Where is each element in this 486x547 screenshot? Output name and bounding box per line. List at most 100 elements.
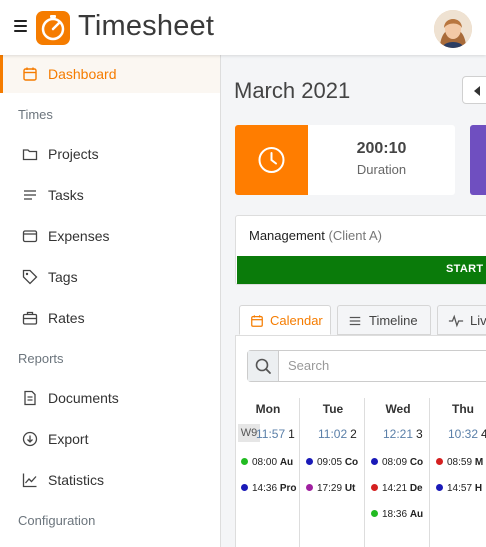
entry-text: De	[409, 483, 423, 494]
sidebar-item-label: Export	[48, 431, 89, 447]
entry-text: Ut	[344, 483, 356, 494]
sidebar-item-tasks[interactable]: Tasks	[0, 176, 220, 214]
duration-value: 200:10	[356, 140, 407, 157]
day-name: Thu	[452, 402, 474, 416]
sidebar-item-rates[interactable]: Rates	[0, 299, 220, 337]
tab-label: Timeline	[369, 313, 418, 328]
calendar-entry[interactable]: 14:21 De	[371, 483, 429, 494]
avatar[interactable]	[434, 10, 472, 48]
calendar-entry[interactable]: 08:00 Au	[241, 457, 299, 468]
document-icon	[22, 390, 38, 406]
calendar-entry[interactable]: 09:05 Co	[306, 457, 364, 468]
day-total-time: 10:32	[448, 427, 479, 441]
app-header: Timesheet	[0, 0, 486, 55]
day-name: Mon	[255, 402, 281, 416]
entry-dot	[241, 458, 248, 465]
list-icon	[22, 187, 38, 203]
page-title: March 2021	[234, 78, 351, 103]
day-count: 2	[350, 427, 357, 441]
entry-dot	[306, 484, 313, 491]
project-timer-card: Management (Client A) START	[235, 215, 486, 285]
day-total: 11:02 2	[318, 427, 357, 441]
sidebar-item-label: Documents	[48, 390, 119, 406]
sidebar-item-projects[interactable]: Projects	[0, 135, 220, 173]
tab-live[interactable]: Live	[437, 305, 486, 335]
search-box	[247, 350, 486, 382]
search-icon[interactable]	[248, 351, 279, 381]
logo-icon	[36, 11, 70, 45]
entry-dot	[371, 510, 378, 517]
entry-time: 08:59	[447, 457, 473, 468]
day-name: Tue	[322, 402, 344, 416]
start-button-label: START	[446, 263, 484, 275]
sidebar-item-export[interactable]: Export	[0, 420, 220, 458]
sidebar-item-label: Projects	[48, 146, 99, 162]
wallet-icon	[22, 228, 38, 244]
stat-card-secondary	[470, 125, 486, 195]
brand-name: Timesheet	[78, 10, 215, 42]
main-content: March 2021 200:10 Duration Management (C…	[221, 55, 486, 547]
sidebar-item-label: Statistics	[48, 472, 105, 488]
briefcase-icon	[22, 310, 38, 326]
sidebar-item-tags[interactable]: Tags	[0, 258, 220, 296]
day-total: 10:32 4	[448, 427, 486, 441]
calendar-entry[interactable]: 17:29 Ut	[306, 483, 364, 494]
project-name: Management	[249, 228, 325, 243]
tab-calendar[interactable]: Calendar	[239, 305, 331, 335]
day-total-time: 11:57	[256, 427, 286, 441]
day-column-thu: Thu 10:32 4 08:59 M 14:57 H	[431, 398, 486, 547]
sidebar-item-label: Expenses	[48, 228, 110, 244]
sidebar-item-label: Dashboard	[48, 66, 117, 82]
section-reports: Reports	[18, 351, 64, 366]
day-column-tue: Tue 11:02 2 09:05 Co 17:29 Ut	[301, 398, 365, 547]
entry-dot	[371, 484, 378, 491]
chart-icon	[22, 472, 38, 488]
entry-text: Co	[344, 457, 359, 468]
calendar-entry[interactable]: 08:09 Co	[371, 457, 429, 468]
sidebar-item-statistics[interactable]: Statistics	[0, 461, 220, 499]
calendar-entry[interactable]: 14:57 H	[436, 483, 486, 494]
previous-month-button[interactable]	[462, 76, 486, 104]
duration-label: Duration	[356, 162, 407, 177]
calendar-entry[interactable]: 14:36 Pro	[241, 483, 299, 494]
calendar-icon	[22, 66, 38, 82]
entry-dot	[436, 458, 443, 465]
day-total: 12:21 3	[383, 427, 423, 441]
section-configuration: Configuration	[18, 513, 96, 528]
start-timer-button[interactable]: START	[237, 256, 486, 284]
sidebar-item-documents[interactable]: Documents	[0, 379, 220, 417]
entry-time: 17:29	[317, 483, 343, 494]
entry-dot	[371, 458, 378, 465]
day-column-wed: Wed 12:21 3 08:09 Co 14:21 De 18:36 Au	[366, 398, 430, 547]
sidebar: Dashboard Times Projects Tasks Expenses …	[0, 55, 221, 547]
search-input[interactable]	[288, 358, 486, 373]
sidebar-item-expenses[interactable]: Expenses	[0, 217, 220, 255]
entry-time: 14:36	[252, 483, 278, 494]
sidebar-item-dashboard[interactable]: Dashboard	[0, 55, 220, 93]
folder-icon	[22, 146, 38, 162]
tab-timeline[interactable]: Timeline	[337, 305, 431, 335]
tab-label: Live	[470, 313, 486, 328]
entry-text: Pro	[279, 483, 297, 494]
entry-dot	[241, 484, 248, 491]
calendar-entry[interactable]: 18:36 Au	[371, 509, 429, 520]
tag-icon	[22, 269, 38, 285]
sidebar-item-label: Rates	[48, 310, 85, 326]
entry-text: Au	[279, 457, 294, 468]
entry-time: 09:05	[317, 457, 343, 468]
menu-icon[interactable]	[14, 20, 27, 32]
day-total-time: 12:21	[383, 427, 414, 441]
clock-icon	[235, 125, 308, 195]
day-column-mon: Mon W9 11:57 1 08:00 Au 14:36 Pro	[236, 398, 300, 547]
day-count: 4	[481, 427, 486, 441]
calendar-panel: Mon W9 11:571 08:00 Au 14:36 Pro Tue 11:…	[235, 335, 486, 547]
pulse-icon	[448, 314, 464, 328]
section-times: Times	[18, 107, 53, 122]
day-name: Wed	[385, 402, 411, 416]
entry-dot	[306, 458, 313, 465]
entry-time: 08:09	[382, 457, 408, 468]
calendar-entry[interactable]: 08:59 M	[436, 457, 486, 468]
project-client: (Client A)	[328, 228, 382, 243]
entry-text: H	[474, 483, 483, 494]
entry-text: M	[474, 457, 484, 468]
